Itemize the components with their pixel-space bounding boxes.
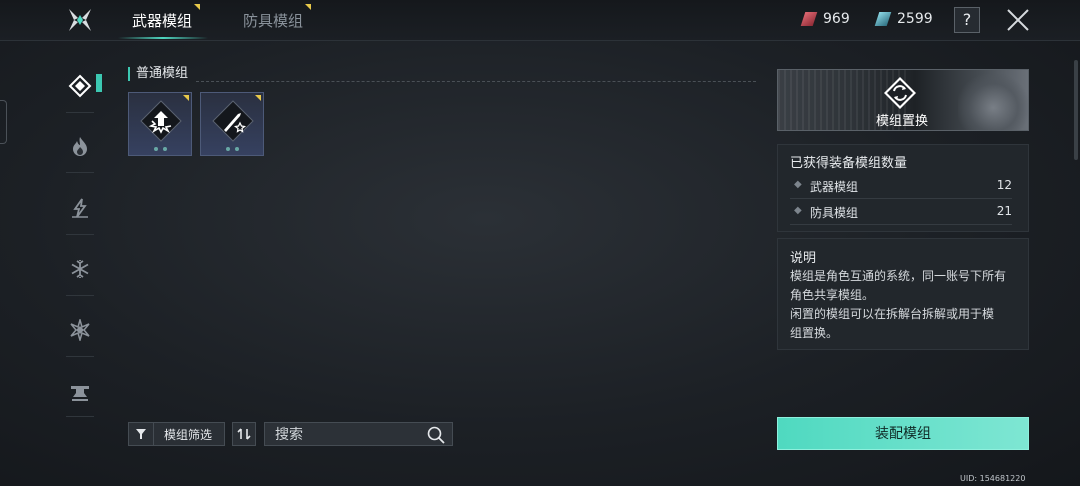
nav-divider <box>66 356 94 357</box>
exchange-icon <box>884 77 916 109</box>
side-drawer-handle[interactable] <box>0 100 7 144</box>
currency-red[interactable]: 969 <box>800 11 850 27</box>
game-logo-icon <box>69 9 91 31</box>
nav-divider <box>66 112 94 113</box>
nav-forge-mods[interactable] <box>64 376 96 408</box>
currency-red-value: 969 <box>823 11 850 27</box>
tab-weapon-mods-label: 武器模组 <box>132 12 193 30</box>
nav-lightning-mods[interactable] <box>64 192 96 224</box>
tab-armor-mods-label: 防具模组 <box>243 12 304 30</box>
description-panel: 说明 模组是角色互通的系统，同一账号下所有 角色共享模组。 闲置的模组可以在拆解… <box>777 238 1029 350</box>
snowflake-icon <box>71 260 89 278</box>
mod-level-dots <box>129 147 191 151</box>
mod-card[interactable] <box>128 92 192 156</box>
description-line: 闲置的模组可以在拆解台拆解或用于模 <box>790 307 995 321</box>
rarity-corner-icon <box>255 95 261 101</box>
fire-icon <box>73 137 87 156</box>
stat-name: 防具模组 <box>810 206 859 220</box>
tab-weapon-mods[interactable]: 武器模组 <box>132 4 201 31</box>
mod-filter-label: 模组筛选 <box>164 427 213 442</box>
filter-icon <box>129 423 154 445</box>
nav-fire-mods[interactable] <box>64 130 96 162</box>
user-id: UID: 154681220 <box>960 474 1026 483</box>
equip-mod-button[interactable]: 装配模组 <box>777 417 1029 450</box>
mod-level-dots <box>201 147 263 151</box>
nav-divider <box>66 295 94 296</box>
scrollbar[interactable] <box>1074 60 1078 160</box>
mod-count-panel: 已获得装备模组数量 ◆ 武器模组 12 ◆ 防具模组 21 <box>777 144 1029 232</box>
section-title: 普通模组 <box>128 67 188 81</box>
mod-exchange-label: 模组置换 <box>875 114 928 129</box>
explosion-arrow-icon <box>140 100 182 142</box>
rarity-corner-icon <box>183 95 189 101</box>
nav-burst-mods[interactable] <box>64 314 96 346</box>
stat-count: 12 <box>996 178 1012 192</box>
red-crystal-icon <box>800 12 818 26</box>
stat-name: 武器模组 <box>810 180 859 194</box>
help-button[interactable]: ? <box>954 7 980 33</box>
active-tab-underline <box>118 37 208 39</box>
nav-all-mods[interactable] <box>64 70 96 102</box>
bullet-icon: ◆ <box>794 179 802 190</box>
nav-divider <box>66 416 94 417</box>
mod-count-title: 已获得装备模组数量 <box>790 156 908 171</box>
nav-ice-mods[interactable] <box>64 253 96 285</box>
currency-teal[interactable]: 2599 <box>874 11 933 27</box>
anvil-icon <box>71 386 89 401</box>
top-bar: 武器模组 防具模组 969 2599 ? <box>0 0 1080 41</box>
description-line: 角色共享模组。 <box>790 288 875 302</box>
nav-active-indicator <box>96 74 102 92</box>
currency-teal-value: 2599 <box>897 11 933 27</box>
close-icon[interactable] <box>1004 6 1032 34</box>
lightning-icon <box>72 198 88 218</box>
description-text: 模组是角色互通的系统，同一账号下所有 角色共享模组。 闲置的模组可以在拆解台拆解… <box>790 267 1022 343</box>
star-burst-icon <box>70 319 90 341</box>
stat-row-armor: ◆ 防具模组 21 <box>790 200 1012 225</box>
sort-button[interactable] <box>232 422 256 446</box>
section-divider <box>196 81 756 82</box>
sort-icon <box>237 428 251 440</box>
search-box[interactable] <box>264 422 453 446</box>
description-title: 说明 <box>790 251 817 266</box>
mod-card[interactable] <box>200 92 264 156</box>
description-line: 模组是角色互通的系统，同一账号下所有 <box>790 269 1007 283</box>
new-indicator-icon <box>194 4 201 10</box>
diamond-icon <box>68 74 92 98</box>
description-line: 组置换。 <box>790 326 839 340</box>
search-icon[interactable] <box>426 425 446 445</box>
knife-star-icon <box>212 100 254 142</box>
stat-count: 21 <box>996 204 1012 218</box>
search-input[interactable] <box>273 425 427 445</box>
tab-armor-mods[interactable]: 防具模组 <box>243 4 312 31</box>
stat-row-weapon: ◆ 武器模组 12 <box>790 174 1012 199</box>
bullet-icon: ◆ <box>794 205 802 216</box>
teal-crystal-icon <box>874 12 892 26</box>
nav-divider <box>66 172 94 173</box>
mod-filter-button[interactable]: 模组筛选 <box>128 422 225 446</box>
new-indicator-icon <box>305 4 312 10</box>
nav-divider <box>66 234 94 235</box>
